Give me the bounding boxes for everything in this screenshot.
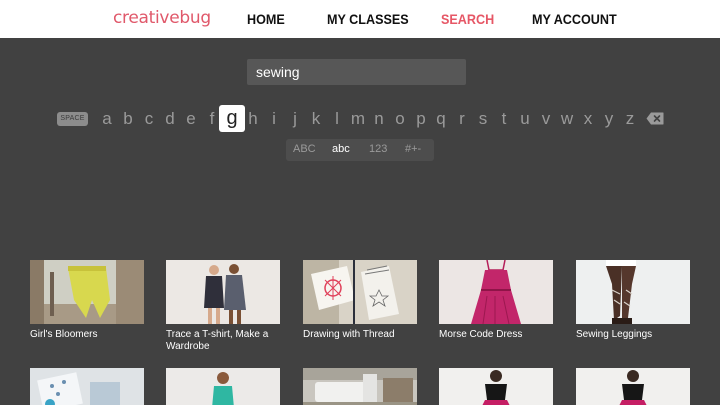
- key-c[interactable]: c: [138, 107, 160, 131]
- key-i[interactable]: i: [263, 107, 285, 131]
- result-tile[interactable]: [303, 368, 417, 405]
- mode-uppercase[interactable]: ABC: [293, 143, 316, 155]
- nav-search[interactable]: SEARCH: [441, 11, 494, 27]
- nav-my-classes[interactable]: MY CLASSES: [327, 11, 409, 27]
- top-nav-bar: creativebug HOME MY CLASSES SEARCH MY AC…: [0, 0, 720, 38]
- class-title: Drawing with Thread: [303, 329, 395, 340]
- result-tile[interactable]: Trace a T-shirt, Make a Wardrobe: [166, 260, 280, 353]
- keyboard-mode-selector: ABC abc 123 #+-: [286, 139, 434, 161]
- class-thumbnail-sewing-leggings: [576, 260, 690, 324]
- class-title: Sewing Leggings: [576, 329, 653, 340]
- key-m[interactable]: m: [347, 107, 369, 131]
- class-thumbnail-girls-bloomers: [30, 260, 144, 324]
- key-q[interactable]: q: [430, 107, 452, 131]
- key-t[interactable]: t: [493, 107, 515, 131]
- class-title: Morse Code Dress: [439, 329, 523, 340]
- nav-my-account[interactable]: MY ACCOUNT: [532, 11, 617, 27]
- mode-lowercase[interactable]: abc: [332, 143, 350, 155]
- mode-symbols[interactable]: #+-: [405, 143, 421, 155]
- key-b[interactable]: b: [117, 107, 139, 131]
- backspace-icon[interactable]: [646, 112, 664, 125]
- key-v[interactable]: v: [535, 107, 557, 131]
- result-tile[interactable]: Morse Code Dress: [439, 260, 553, 341]
- search-input[interactable]: sewing: [247, 59, 466, 85]
- result-tile[interactable]: [166, 368, 280, 405]
- key-h[interactable]: h: [242, 107, 264, 131]
- key-k[interactable]: k: [305, 107, 327, 131]
- search-query-text: sewing: [256, 64, 300, 80]
- result-tile[interactable]: [439, 368, 553, 405]
- class-thumbnail: [30, 368, 144, 405]
- key-d[interactable]: d: [159, 107, 181, 131]
- key-p[interactable]: p: [410, 107, 432, 131]
- class-thumbnail: [166, 368, 280, 405]
- key-a[interactable]: a: [96, 107, 118, 131]
- class-thumbnail-drawing-with-thread: [303, 260, 417, 324]
- result-tile[interactable]: Girl's Bloomers: [30, 260, 144, 341]
- space-key[interactable]: SPACE: [57, 112, 88, 126]
- mode-numbers[interactable]: 123: [369, 143, 387, 155]
- result-tile[interactable]: [576, 368, 690, 405]
- key-x[interactable]: x: [577, 107, 599, 131]
- key-j[interactable]: j: [284, 107, 306, 131]
- result-tile[interactable]: [30, 368, 144, 405]
- class-thumbnail: [576, 368, 690, 405]
- key-z[interactable]: z: [619, 107, 641, 131]
- nav-home[interactable]: HOME: [247, 11, 285, 27]
- class-title: Trace a T-shirt, Make a Wardrobe: [166, 329, 269, 352]
- class-thumbnail: [439, 368, 553, 405]
- key-s[interactable]: s: [472, 107, 494, 131]
- class-title: Girl's Bloomers: [30, 329, 98, 340]
- key-u[interactable]: u: [514, 107, 536, 131]
- key-e[interactable]: e: [180, 107, 202, 131]
- result-tile[interactable]: Drawing with Thread: [303, 260, 417, 341]
- key-o[interactable]: o: [389, 107, 411, 131]
- class-thumbnail-trace-a-tshirt: [166, 260, 280, 324]
- class-thumbnail: [303, 368, 417, 405]
- creativebug-logo: creativebug: [113, 8, 211, 28]
- result-tile[interactable]: Sewing Leggings: [576, 260, 690, 341]
- class-thumbnail-morse-code-dress: [439, 260, 553, 324]
- key-y[interactable]: y: [598, 107, 620, 131]
- key-l[interactable]: l: [326, 107, 348, 131]
- key-r[interactable]: r: [451, 107, 473, 131]
- key-w[interactable]: w: [556, 107, 578, 131]
- key-n[interactable]: n: [368, 107, 390, 131]
